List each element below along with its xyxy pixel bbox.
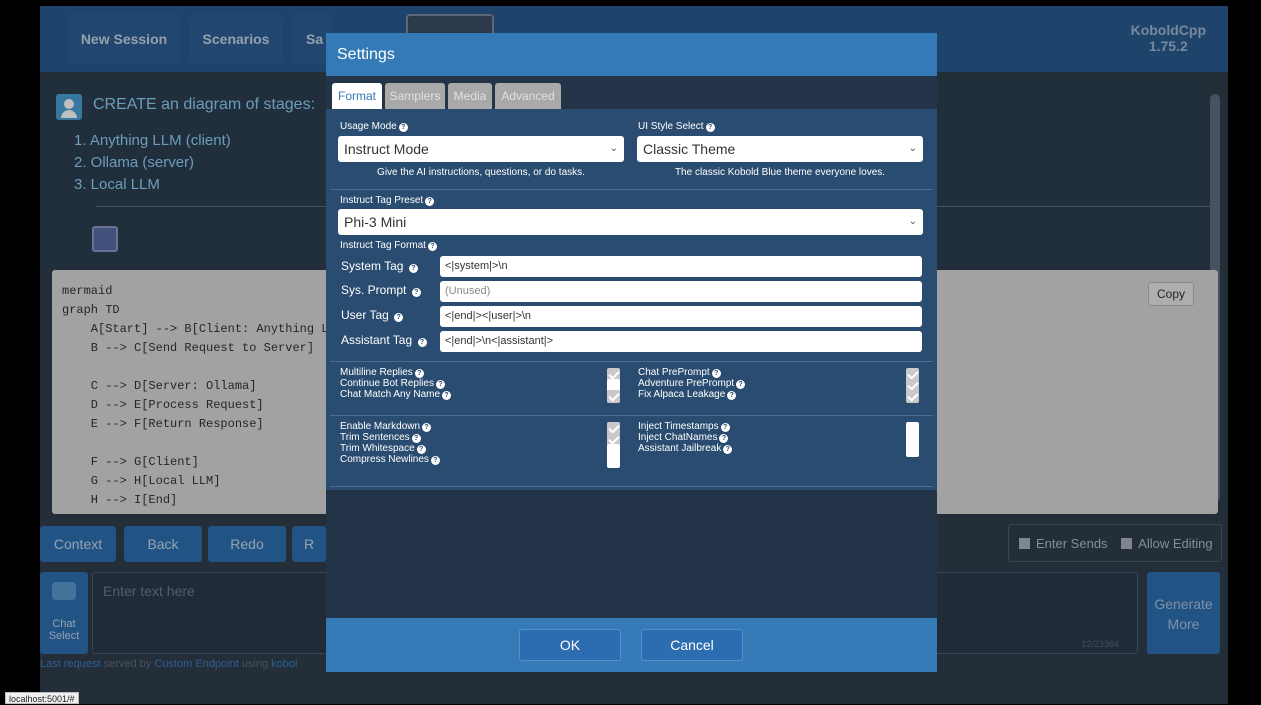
help-icon[interactable]: ? <box>711 369 721 378</box>
flag-label: Compress Newlines? <box>340 454 440 465</box>
divider <box>330 486 933 487</box>
help-icon[interactable]: ? <box>416 445 426 454</box>
flag-label: Chat PrePrompt? <box>638 367 721 378</box>
help-icon[interactable]: ? <box>394 313 404 322</box>
help-icon[interactable]: ? <box>430 456 440 465</box>
ui-style-select[interactable]: Classic Theme ⌄ <box>637 136 923 162</box>
help-icon[interactable]: ? <box>723 445 733 454</box>
chevron-down-icon: ⌄ <box>908 143 917 154</box>
help-icon[interactable]: ? <box>720 423 730 432</box>
settings-modal: Settings Format Samplers Media Advanced … <box>326 33 937 672</box>
usage-mode-value: Instruct Mode <box>344 141 429 157</box>
tab-format[interactable]: Format <box>332 83 382 109</box>
ui-style-label: UI Style Select? <box>638 121 715 132</box>
flag-label: Fix Alpaca Leakage? <box>638 389 737 400</box>
chevron-down-icon: ⌄ <box>908 216 917 227</box>
help-icon[interactable]: ? <box>422 423 432 432</box>
sys-prompt-label: Sys. Prompt ? <box>341 283 421 297</box>
flag-label: Chat Match Any Name? <box>340 389 452 400</box>
help-icon[interactable]: ? <box>425 197 435 206</box>
system-tag-input[interactable]: <|system|>\n <box>440 256 922 277</box>
flag-label: Inject Timestamps? <box>638 421 730 432</box>
help-icon[interactable]: ? <box>705 123 715 132</box>
flag-checkbox[interactable] <box>607 390 620 403</box>
divider <box>330 415 933 416</box>
preset-select[interactable]: Phi-3 Mini ⌄ <box>338 209 923 235</box>
tab-advanced[interactable]: Advanced <box>495 83 561 109</box>
sys-prompt-input[interactable]: (Unused) <box>440 281 922 302</box>
help-icon[interactable]: ? <box>736 380 746 389</box>
help-icon[interactable]: ? <box>411 288 421 297</box>
usage-mode-select[interactable]: Instruct Mode ⌄ <box>338 136 624 162</box>
assistant-tag-label: Assistant Tag ? <box>341 333 427 347</box>
help-icon[interactable]: ? <box>414 369 424 378</box>
help-icon[interactable]: ? <box>442 391 452 400</box>
usage-mode-hint: Give the AI instructions, questions, or … <box>377 167 585 178</box>
help-icon[interactable]: ? <box>398 123 408 132</box>
chevron-down-icon: ⌄ <box>609 143 618 154</box>
flag-label: Continue Bot Replies? <box>340 378 445 389</box>
preset-value: Phi-3 Mini <box>344 214 407 230</box>
cancel-button[interactable]: Cancel <box>641 629 743 661</box>
usage-mode-label: Usage Mode? <box>340 121 408 132</box>
ui-style-value: Classic Theme <box>643 141 736 157</box>
settings-title: Settings <box>326 33 937 76</box>
tab-media[interactable]: Media <box>448 83 492 109</box>
help-icon[interactable]: ? <box>408 264 418 273</box>
flag-checkbox[interactable] <box>906 444 919 457</box>
modal-footer: OK Cancel <box>326 618 937 672</box>
flag-label: Inject ChatNames? <box>638 432 729 443</box>
flag-label: Trim Whitespace? <box>340 443 426 454</box>
help-icon[interactable]: ? <box>411 434 421 443</box>
divider <box>330 361 933 362</box>
help-icon[interactable]: ? <box>417 338 427 347</box>
ui-style-hint: The classic Kobold Blue theme everyone l… <box>674 167 886 178</box>
preset-label: Instruct Tag Preset? <box>340 195 435 206</box>
help-icon[interactable]: ? <box>727 391 737 400</box>
flag-label: Enable Markdown? <box>340 421 432 432</box>
flag-label: Trim Sentences? <box>340 432 421 443</box>
system-tag-label: System Tag ? <box>341 259 418 273</box>
flag-checkbox[interactable] <box>906 390 919 403</box>
status-url: localhost:5001/# <box>5 692 79 704</box>
user-tag-input[interactable]: <|end|><|user|>\n <box>440 306 922 327</box>
flag-checkbox[interactable] <box>607 455 620 468</box>
flag-label: Adventure PrePrompt? <box>638 378 746 389</box>
tab-samplers[interactable]: Samplers <box>385 83 445 109</box>
user-tag-label: User Tag ? <box>341 308 404 322</box>
divider <box>330 189 933 190</box>
format-panel: Usage Mode? Instruct Mode ⌄ Give the AI i… <box>326 109 937 490</box>
flag-label: Multiline Replies? <box>340 367 424 378</box>
tag-format-label: Instruct Tag Format? <box>340 240 437 251</box>
flag-label: Assistant Jailbreak? <box>638 443 733 454</box>
help-icon[interactable]: ? <box>435 380 445 389</box>
help-icon[interactable]: ? <box>719 434 729 443</box>
help-icon[interactable]: ? <box>427 242 437 251</box>
ok-button[interactable]: OK <box>519 629 621 661</box>
assistant-tag-input[interactable]: <|end|>\n<|assistant|> <box>440 331 922 352</box>
